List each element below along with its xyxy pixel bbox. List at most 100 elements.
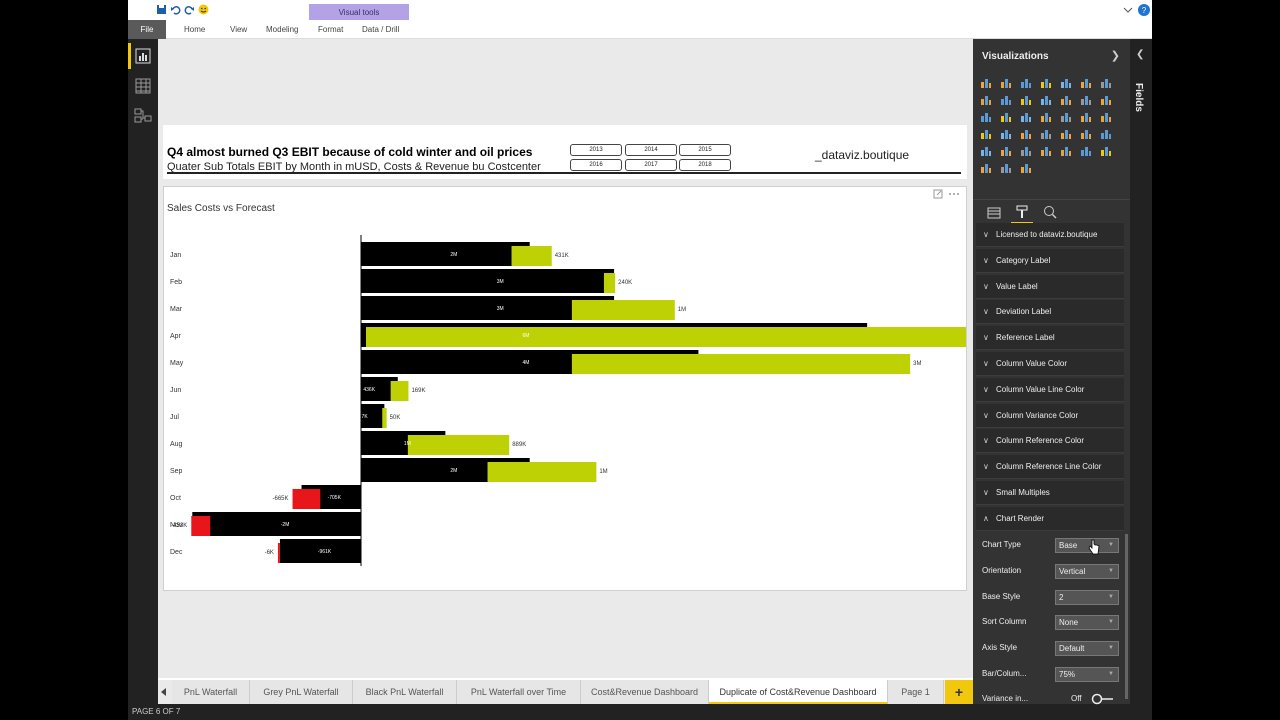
page-tab-pnl-waterfall-over-time[interactable]: PnL Waterfall over Time — [457, 680, 581, 704]
visual-type-icon[interactable] — [1000, 128, 1012, 140]
visual-type-icon[interactable] — [1100, 94, 1112, 106]
tab-format[interactable]: Format — [318, 20, 343, 39]
format-section-deviation-label[interactable]: ∨ Deviation Label — [976, 300, 1124, 325]
pane-scrollbar[interactable] — [1125, 534, 1128, 699]
format-section-column-value-line-color[interactable]: ∨ Column Value Line Color — [976, 377, 1124, 402]
fields-well-icon[interactable] — [987, 207, 1001, 219]
visual-type-icon[interactable] — [1100, 77, 1112, 89]
prop-dropdown[interactable]: Default ▼ — [1055, 641, 1119, 657]
visual-type-icon[interactable] — [1000, 94, 1012, 106]
expand-fields-icon[interactable]: ❮ — [1136, 49, 1144, 60]
smiley-feedback-icon[interactable] — [198, 4, 209, 15]
visual-type-icon[interactable] — [1100, 128, 1112, 140]
visual-type-icon[interactable] — [980, 77, 992, 89]
visual-type-icon[interactable] — [980, 94, 992, 106]
prop-dropdown[interactable]: 75% ▼ — [1055, 667, 1119, 682]
format-section-column-reference-line-color[interactable]: ∨ Column Reference Line Color — [976, 455, 1124, 480]
visual-type-icon[interactable] — [1060, 145, 1072, 157]
fields-pane-collapsed[interactable]: ❮ Fields — [1130, 39, 1152, 704]
tab-data-drill[interactable]: Data / Drill — [362, 20, 399, 39]
year-slicer-2013[interactable]: 2013 — [570, 144, 622, 156]
visual-type-icon[interactable] — [1040, 145, 1052, 157]
visual-type-icon[interactable] — [1020, 128, 1032, 140]
year-slicer-2015[interactable]: 2015 — [679, 144, 731, 156]
year-slicer-2016[interactable]: 2016 — [570, 159, 622, 171]
report-view-icon[interactable] — [134, 47, 152, 65]
prop-dropdown[interactable]: None ▼ — [1055, 615, 1119, 631]
tab-view[interactable]: View — [230, 20, 247, 39]
collapse-pane-icon[interactable]: ❯ — [1111, 49, 1120, 62]
focus-mode-icon[interactable] — [933, 189, 943, 199]
page-tab-page-1[interactable]: Page 1 — [888, 680, 944, 704]
visual-tools-context-tab[interactable]: Visual tools — [309, 4, 409, 21]
visual-type-icon[interactable] — [1020, 94, 1032, 106]
visual-type-icon[interactable] — [1040, 94, 1052, 106]
tab-scroll-left-icon[interactable] — [160, 688, 168, 696]
format-section-licensed-to-dataviz-boutique[interactable]: ∨ Licensed to dataviz.boutique — [976, 223, 1124, 247]
format-section-column-variance-color[interactable]: ∨ Column Variance Color — [976, 403, 1124, 428]
format-paint-roller-icon[interactable] — [1015, 205, 1029, 219]
visual-type-icon[interactable] — [1060, 94, 1072, 106]
page-tab-black-pnl-waterfall[interactable]: Black PnL Waterfall — [353, 680, 457, 704]
visual-type-icon[interactable] — [1020, 111, 1032, 123]
format-section-reference-label[interactable]: ∨ Reference Label — [976, 326, 1124, 351]
visual-type-icon[interactable] — [1100, 111, 1112, 123]
visual-type-icon[interactable] — [1040, 77, 1052, 89]
visual-type-icon[interactable] — [1000, 111, 1012, 123]
format-section-category-label[interactable]: ∨ Category Label — [976, 248, 1124, 273]
visual-type-icon[interactable] — [1080, 77, 1092, 89]
visual-type-icon[interactable] — [1080, 128, 1092, 140]
tab-modeling[interactable]: Modeling — [266, 20, 298, 39]
analytics-magnifier-icon[interactable] — [1043, 205, 1057, 219]
prop-dropdown[interactable]: 2 ▼ — [1055, 589, 1119, 605]
visual-type-icon[interactable] — [1020, 77, 1032, 89]
visual-type-icon[interactable] — [1020, 145, 1032, 157]
variance-toggle-switch[interactable] — [1091, 693, 1115, 705]
visual-type-icon[interactable] — [1000, 145, 1012, 157]
page-tab-grey-pnl-waterfall[interactable]: Grey PnL Waterfall — [250, 680, 353, 704]
visual-type-icon[interactable] — [1000, 162, 1012, 174]
prop-dropdown[interactable]: Vertical ▼ — [1055, 563, 1119, 579]
category-label: Jun — [170, 387, 181, 394]
prop-dropdown[interactable]: Base ▼ — [1055, 538, 1119, 553]
chevron-down-icon[interactable] — [1123, 5, 1133, 15]
format-section-column-value-color[interactable]: ∨ Column Value Color — [976, 352, 1124, 376]
visual-type-icon[interactable] — [1060, 128, 1072, 140]
year-slicer-2014[interactable]: 2014 — [625, 144, 677, 156]
waterfall-chart-visual[interactable]: Jan431K2MFeb240K3MMar1M3MApr6M6MMay3M4MJ… — [163, 186, 967, 591]
format-section-chart-render[interactable]: ∧ Chart Render — [976, 506, 1124, 531]
format-section-small-multiples[interactable]: ∨ Small Multiples — [976, 481, 1124, 505]
data-view-icon[interactable] — [134, 77, 152, 95]
format-section-value-label[interactable]: ∨ Value Label — [976, 274, 1124, 299]
visual-type-icon[interactable] — [980, 145, 992, 157]
visual-type-icon[interactable] — [980, 111, 992, 123]
visual-type-icon[interactable] — [1060, 111, 1072, 123]
visual-type-icon[interactable] — [980, 162, 992, 174]
relationships-view-icon[interactable] — [134, 106, 152, 124]
page-tab-pnl-waterfall[interactable]: PnL Waterfall — [172, 680, 250, 704]
visual-type-icon[interactable] — [1080, 94, 1092, 106]
more-options-icon[interactable] — [948, 189, 960, 199]
page-tab-cost-revenue-dashboard[interactable]: Cost&Revenue Dashboard — [581, 680, 709, 704]
tab-home[interactable]: Home — [184, 20, 205, 39]
year-slicer-2018[interactable]: 2018 — [679, 159, 731, 171]
redo-icon[interactable] — [184, 4, 195, 15]
visualizations-pane: Visualizations ❯ ∨ Licensed to dataviz.bo… — [973, 39, 1130, 705]
undo-icon[interactable] — [170, 4, 181, 15]
page-tab-duplicate-cost-revenue-dashboard[interactable]: Duplicate of Cost&Revenue Dashboard — [709, 680, 888, 704]
year-slicer-2017[interactable]: 2017 — [625, 159, 677, 171]
visual-type-icon[interactable] — [1100, 145, 1112, 157]
visual-type-icon[interactable] — [1040, 111, 1052, 123]
add-page-button[interactable]: + — [945, 680, 973, 704]
visual-type-icon[interactable] — [1080, 145, 1092, 157]
help-icon[interactable]: ? — [1138, 4, 1150, 16]
tab-file[interactable]: File — [128, 20, 166, 39]
format-section-column-reference-color[interactable]: ∨ Column Reference Color — [976, 429, 1124, 454]
save-icon[interactable] — [156, 4, 167, 15]
visual-type-icon[interactable] — [1080, 111, 1092, 123]
visual-type-icon[interactable] — [1060, 77, 1072, 89]
visual-type-icon[interactable] — [980, 128, 992, 140]
visual-type-icon[interactable] — [1020, 162, 1032, 174]
visual-type-icon[interactable] — [1000, 77, 1012, 89]
visual-type-icon[interactable] — [1040, 128, 1052, 140]
